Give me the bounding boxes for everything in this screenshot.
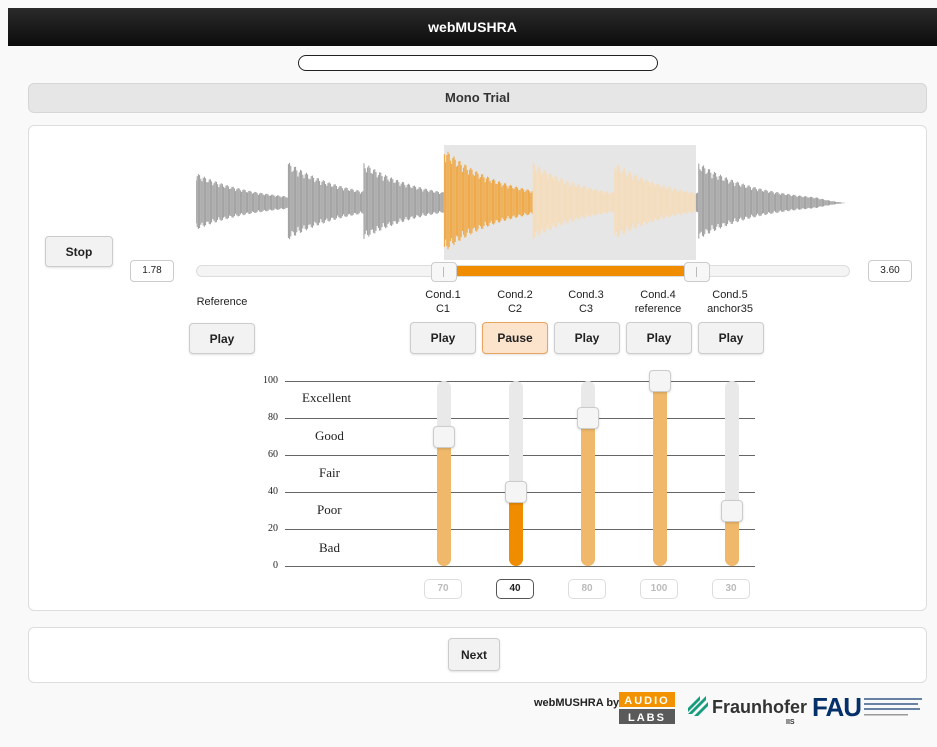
- condition-1-rating[interactable]: 70: [424, 579, 462, 599]
- condition-4-play-button[interactable]: Play: [626, 322, 692, 354]
- condition-1-play-button[interactable]: Play: [410, 322, 476, 354]
- condition-3-slider-fill: [581, 418, 595, 566]
- fraunhofer-logo: Fraunhofer IIS: [688, 696, 807, 726]
- scale-label-good: Good: [315, 428, 344, 443]
- reference-label: Reference: [196, 296, 248, 308]
- loop-end-time[interactable]: 3.60: [868, 260, 912, 282]
- svg-text:FAU: FAU: [812, 692, 861, 722]
- svg-text:Fraunhofer: Fraunhofer: [712, 697, 807, 717]
- condition-5-rating[interactable]: 30: [712, 579, 750, 599]
- condition-1-slider-fill: [437, 436, 451, 566]
- app-header: webMUSHRA: [8, 8, 937, 46]
- next-button[interactable]: Next: [448, 638, 500, 671]
- svg-text:IIS: IIS: [786, 719, 795, 726]
- reference-play-button[interactable]: Play: [189, 323, 255, 354]
- loop-start-handle[interactable]: [431, 262, 457, 282]
- scale-tick-label: 100: [263, 375, 278, 386]
- condition-label-4: Cond.4 reference: [634, 289, 682, 315]
- condition-3-slider-handle[interactable]: [577, 407, 599, 429]
- condition-4-slider-fill: [653, 381, 667, 566]
- condition-label-2: Cond.2 C2: [497, 289, 533, 315]
- scale-tick-label: 80: [268, 412, 278, 423]
- condition-5-slider-handle[interactable]: [721, 499, 743, 522]
- scale-gridline: [285, 566, 755, 567]
- footer-credit: webMUSHRA by: [534, 697, 620, 709]
- scale-tick-label: 0: [273, 560, 278, 571]
- condition-2-pause-button[interactable]: Pause: [482, 322, 548, 354]
- condition-3-play-button[interactable]: Play: [554, 322, 620, 354]
- scale-label-excellent: Excellent: [302, 390, 352, 405]
- condition-4-rating[interactable]: 100: [640, 579, 678, 599]
- loop-end-handle[interactable]: [684, 262, 710, 282]
- app-title: webMUSHRA: [428, 19, 517, 35]
- condition-label-5: Cond.5 anchor35: [707, 289, 753, 315]
- condition-4-slider-handle[interactable]: [649, 370, 671, 392]
- condition-5-play-button[interactable]: Play: [698, 322, 764, 354]
- scale-tick-label: 40: [268, 486, 278, 497]
- waveform[interactable]: [196, 145, 850, 260]
- svg-text:LABS: LABS: [628, 712, 666, 724]
- condition-2-rating[interactable]: 40: [496, 579, 534, 599]
- loop-range-fill: [447, 266, 695, 276]
- condition-label-1: Cond.1 C1: [425, 289, 461, 315]
- svg-text:AUDIO: AUDIO: [624, 695, 669, 707]
- scale-label-fair: Fair: [319, 465, 340, 480]
- audiolabs-logo: AUDIO LABS: [619, 692, 675, 724]
- trial-title: Mono Trial: [28, 83, 927, 113]
- condition-2-slider-handle[interactable]: [505, 481, 527, 503]
- progress-bar: [298, 55, 658, 71]
- stop-button[interactable]: Stop: [45, 236, 113, 267]
- fau-logo: FAU: [812, 692, 922, 722]
- scale-label-poor: Poor: [317, 502, 342, 517]
- condition-2-slider-fill: [509, 492, 523, 566]
- condition-label-3: Cond.3 C3: [568, 289, 604, 315]
- condition-1-slider-handle[interactable]: [433, 425, 455, 448]
- scale-tick-label: 60: [268, 449, 278, 460]
- condition-3-rating[interactable]: 80: [568, 579, 606, 599]
- scale-tick-label: 20: [268, 523, 278, 534]
- scale-label-bad: Bad: [319, 540, 340, 555]
- loop-start-time[interactable]: 1.78: [130, 260, 174, 282]
